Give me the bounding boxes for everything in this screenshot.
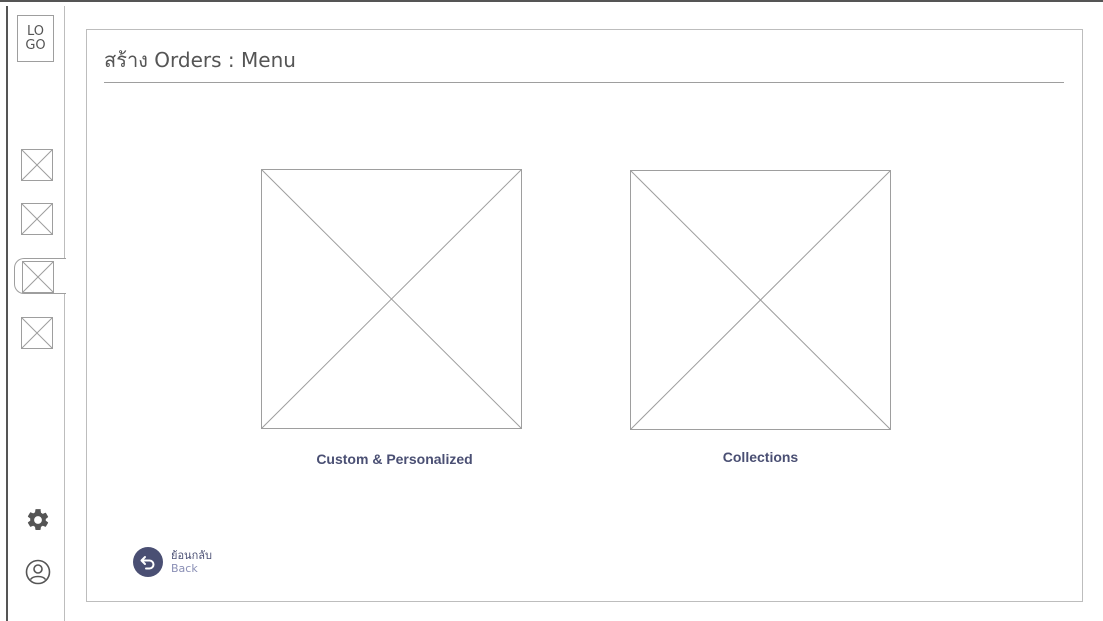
gear-icon[interactable] (25, 507, 51, 533)
sidebar-item-4[interactable] (21, 317, 53, 349)
menu-card-custom-personalized[interactable] (261, 169, 522, 429)
sidebar-item-2[interactable] (21, 203, 53, 235)
menu-card-collections[interactable] (630, 170, 891, 430)
placeholder-image-icon (21, 203, 53, 235)
title-divider (104, 82, 1064, 83)
placeholder-image-icon (22, 261, 54, 293)
page-title: สร้าง Orders : Menu (104, 48, 296, 72)
sidebar-item-3-active[interactable] (14, 258, 66, 294)
menu-card-label[interactable]: Collections (630, 449, 891, 465)
sidebar: LO GO (8, 6, 66, 621)
placeholder-image-icon (21, 317, 53, 349)
user-icon[interactable] (25, 559, 51, 585)
back-label-thai: ย้อนกลับ (171, 549, 212, 562)
placeholder-image-icon (631, 171, 890, 429)
menu-card-label[interactable]: Custom & Personalized (264, 451, 525, 467)
undo-arrow-icon (133, 547, 163, 577)
placeholder-image-icon (262, 170, 521, 428)
back-label-english: Back (171, 562, 198, 575)
main-panel (86, 29, 1083, 602)
sidebar-item-1[interactable] (21, 149, 53, 181)
logo: LO GO (17, 15, 54, 62)
back-button[interactable]: ย้อนกลับ Back (133, 547, 212, 577)
placeholder-image-icon (21, 149, 53, 181)
